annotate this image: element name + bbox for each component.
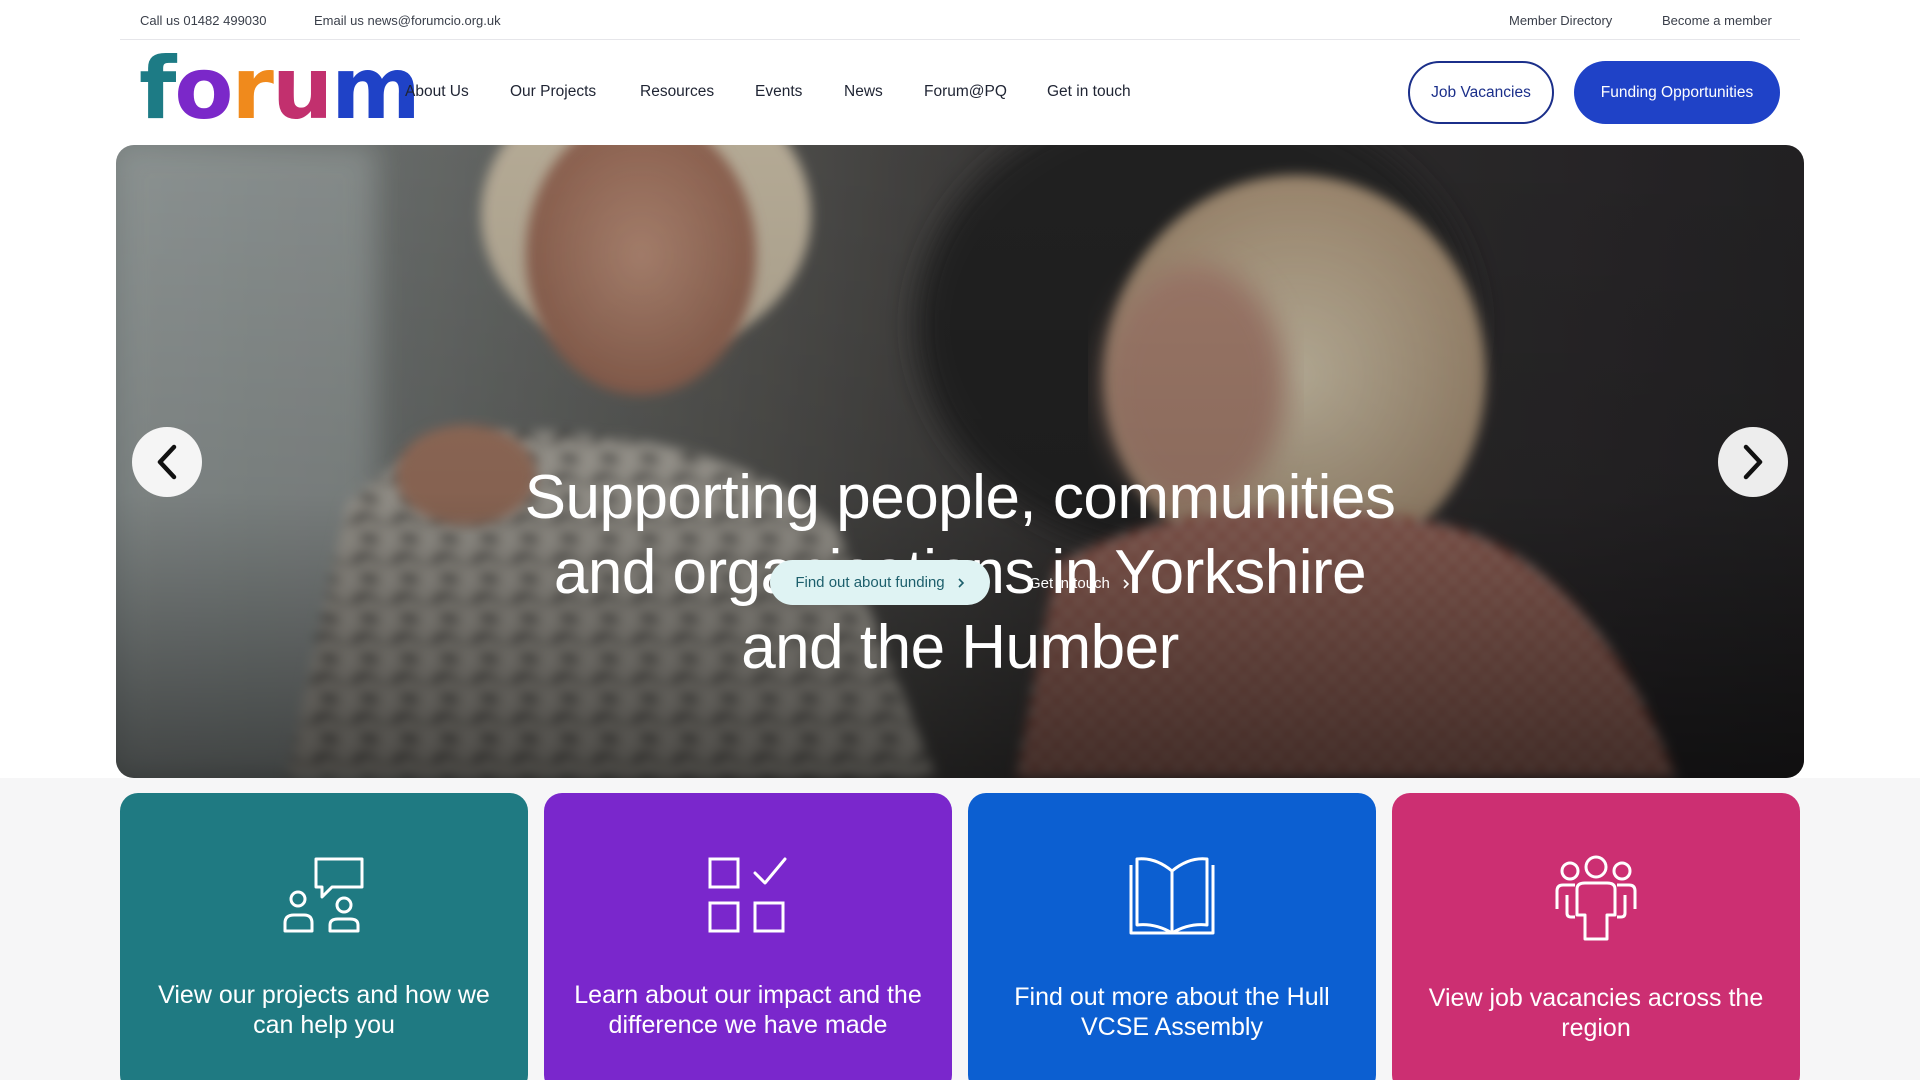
chevron-right-icon bbox=[958, 577, 964, 588]
card-projects-text: View our projects and how we can help yo… bbox=[158, 981, 490, 1039]
find-out-funding-button[interactable]: Find out about funding bbox=[770, 560, 990, 605]
open-book-icon bbox=[968, 855, 1376, 937]
card-impact-text: Learn about our impact and the differenc… bbox=[574, 981, 922, 1039]
top-utility-bar: Call us 01482 499030 Email us news@forum… bbox=[120, 0, 1800, 40]
logo-letter: o bbox=[174, 39, 233, 139]
logo-letter: u bbox=[271, 39, 333, 139]
card-assembly-text: Find out more about the Hull VCSE Assemb… bbox=[1014, 983, 1330, 1041]
job-vacancies-button[interactable]: Job Vacancies bbox=[1408, 61, 1554, 124]
card-vacancies[interactable]: View job vacancies across the region bbox=[1392, 793, 1800, 1080]
email-link[interactable]: Email us news@forumcio.org.uk bbox=[314, 13, 501, 28]
forum-logo[interactable]: forum bbox=[139, 46, 421, 132]
chevron-left-icon bbox=[157, 444, 177, 480]
checklist-grid-icon bbox=[544, 855, 952, 935]
phone-link[interactable]: Call us 01482 499030 bbox=[140, 13, 267, 28]
get-in-touch-link[interactable]: Get in touch bbox=[1029, 575, 1130, 592]
funding-opportunities-button[interactable]: Funding Opportunities bbox=[1574, 61, 1780, 124]
group-people-icon bbox=[1392, 855, 1800, 941]
logo-letter: r bbox=[231, 39, 274, 139]
member-directory-link[interactable]: Member Directory bbox=[1509, 13, 1612, 28]
card-projects[interactable]: View our projects and how we can help yo… bbox=[120, 793, 528, 1080]
nav-our-projects[interactable]: Our Projects bbox=[510, 83, 596, 101]
nav-resources[interactable]: Resources bbox=[640, 83, 714, 101]
nav-events[interactable]: Events bbox=[755, 83, 802, 101]
get-in-touch-label: Get in touch bbox=[1029, 575, 1110, 592]
logo-letter: f bbox=[139, 39, 176, 139]
card-impact[interactable]: Learn about our impact and the differenc… bbox=[544, 793, 952, 1080]
card-vacancies-text: View job vacancies across the region bbox=[1428, 984, 1764, 1042]
people-chat-icon bbox=[120, 855, 528, 935]
hero-title-line: Supporting people, communities bbox=[524, 463, 1396, 532]
card-assembly[interactable]: Find out more about the Hull VCSE Assemb… bbox=[968, 793, 1376, 1080]
nav-forum-pq[interactable]: Forum@PQ bbox=[924, 83, 1007, 101]
carousel-prev-button[interactable] bbox=[132, 427, 202, 497]
carousel-next-button[interactable] bbox=[1718, 427, 1788, 497]
hero-carousel: Supporting people, communities and organ… bbox=[116, 145, 1804, 778]
become-member-link[interactable]: Become a member bbox=[1662, 13, 1772, 28]
nav-about-us[interactable]: About Us bbox=[405, 83, 469, 101]
find-out-funding-label: Find out about funding bbox=[795, 574, 945, 591]
chevron-right-icon bbox=[1743, 444, 1763, 480]
nav-get-in-touch[interactable]: Get in touch bbox=[1047, 83, 1131, 101]
chevron-right-icon bbox=[1123, 578, 1130, 589]
hero-title-line: and the Humber bbox=[741, 613, 1179, 682]
nav-news[interactable]: News bbox=[844, 83, 883, 101]
